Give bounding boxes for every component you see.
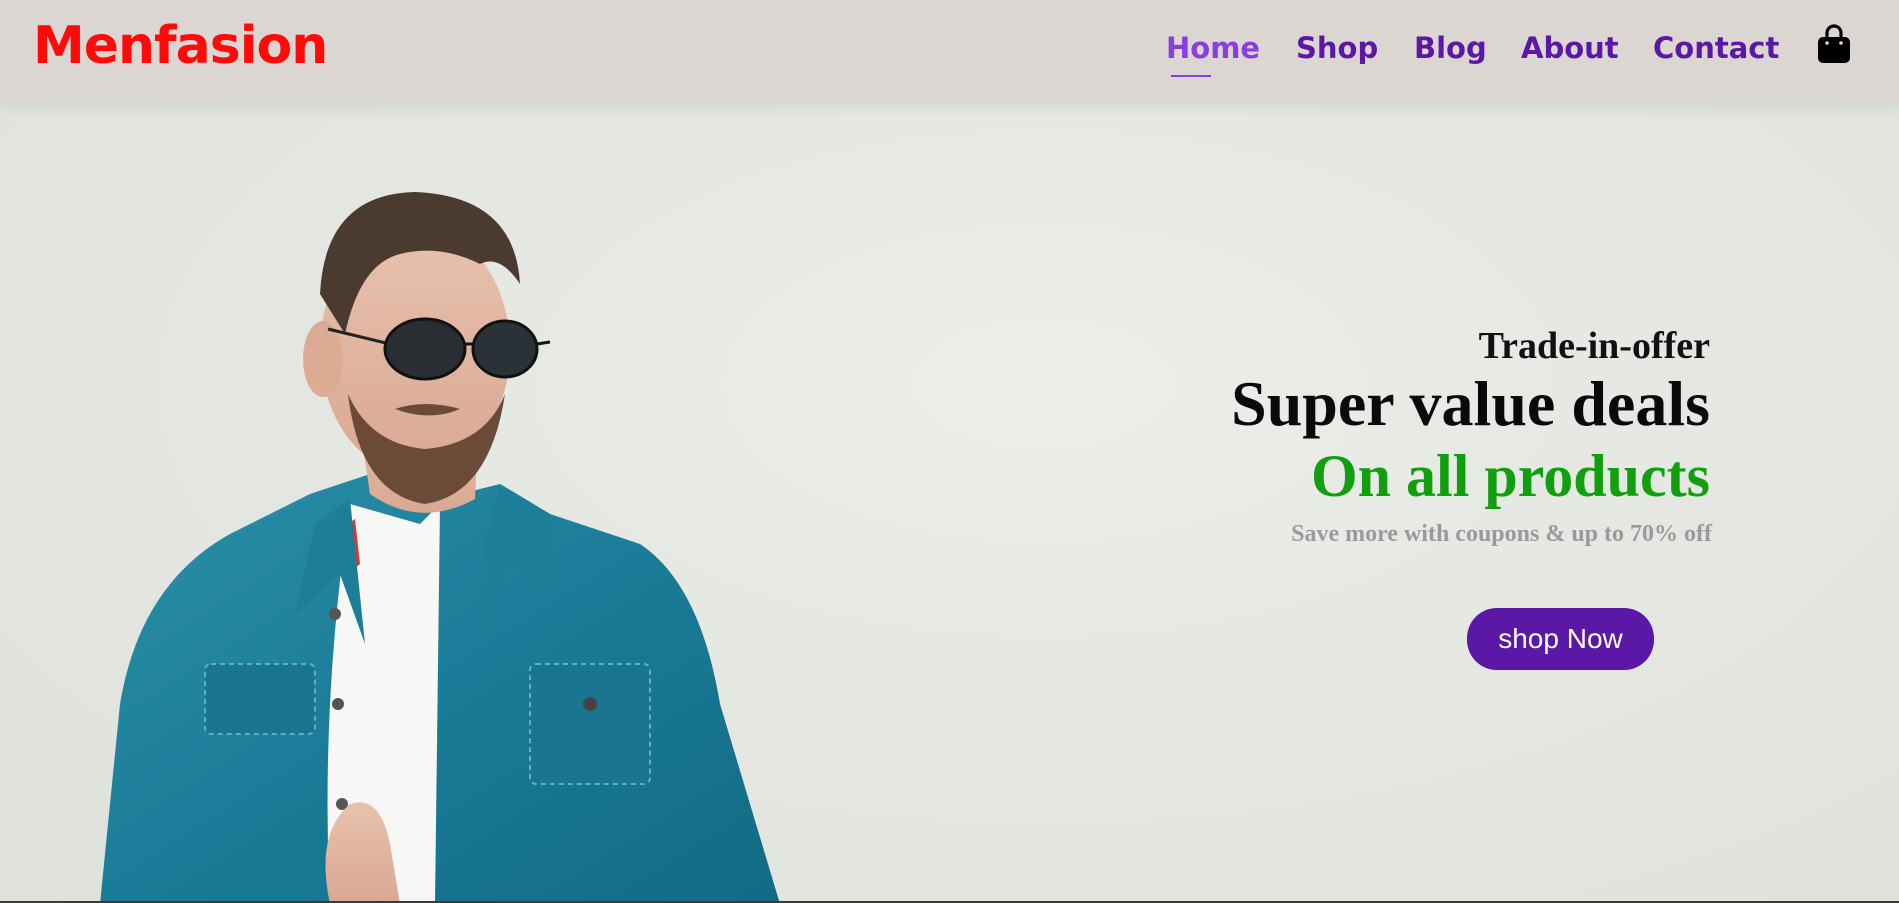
nav-link-about[interactable]: About: [1521, 28, 1619, 68]
hero-banner: Trade-in-offer Super value deals On all …: [0, 104, 1899, 903]
hero-subtext: Save more with coupons & up to 70% off: [1291, 521, 1712, 547]
nav-active-underline: [1171, 75, 1211, 77]
nav-link-shop[interactable]: Shop: [1296, 28, 1378, 68]
main-nav: Home Shop Blog About Contact: [0, 28, 1899, 77]
nav-link-blog[interactable]: Blog: [1414, 28, 1487, 68]
shopping-bag-icon[interactable]: [1816, 24, 1852, 64]
offer-eyebrow: Trade-in-offer: [1478, 325, 1710, 367]
hero-headline: Super value deals: [1231, 368, 1710, 439]
nav-link-contact[interactable]: Contact: [1653, 28, 1779, 68]
hero-copy: Trade-in-offer Super value deals On all …: [1010, 324, 1712, 550]
site-header: Menfasion Home Shop Blog About Contact: [0, 0, 1899, 104]
nav-link-home[interactable]: Home: [1166, 28, 1260, 68]
shop-now-button[interactable]: shop Now: [1467, 608, 1654, 670]
hero-model-image: [100, 192, 780, 903]
hero-headline-accent: On all products: [1311, 443, 1710, 509]
